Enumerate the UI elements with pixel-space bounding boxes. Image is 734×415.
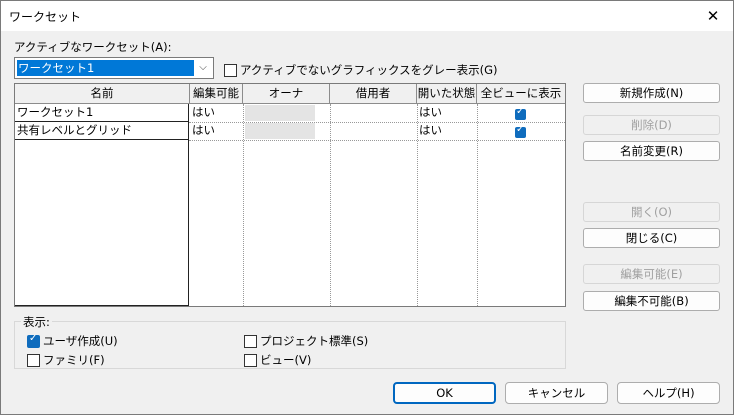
open-state-cell[interactable]: はい	[417, 104, 477, 122]
window-title: ワークセット	[9, 10, 82, 24]
rename-button[interactable]: 名前変更(R)	[583, 141, 720, 161]
views-checkbox-box[interactable]	[244, 353, 257, 367]
workset-name-cell[interactable]: ワークセット1	[15, 104, 188, 122]
active-workset-value: ワークセット1	[17, 60, 194, 76]
views-label: ビュー(V)	[260, 353, 312, 367]
column-header-borrower[interactable]: 借用者	[330, 84, 417, 104]
open-state-cell[interactable]: はい	[417, 122, 477, 140]
families-checkbox[interactable]: ファミリ(F)	[27, 352, 105, 368]
column-header-owner[interactable]: オーナ	[243, 84, 330, 104]
editable-cell[interactable]: はい	[190, 122, 243, 140]
user-created-checkbox[interactable]: ユーザ作成(U)	[27, 333, 118, 349]
families-label: ファミリ(F)	[43, 353, 105, 367]
ok-button[interactable]: OK	[393, 382, 496, 404]
column-divider	[477, 104, 478, 306]
gray-inactive-label: アクティブでないグラフィックスをグレー表示(G)	[240, 63, 498, 77]
title-bar: ワークセット ✕	[1, 1, 733, 31]
user-created-label: ユーザ作成(U)	[43, 334, 118, 348]
visible-all-views-checkbox[interactable]	[515, 124, 526, 138]
column-header-visible-all[interactable]: 全ビューに表示	[477, 84, 565, 104]
project-standards-label: プロジェクト標準(S)	[260, 334, 369, 348]
project-standards-checkbox[interactable]: プロジェクト標準(S)	[244, 333, 368, 349]
workset-dialog: ワークセット ✕ アクティブなワークセット(A): ワークセット1 ⌵ アクティ…	[0, 0, 734, 415]
delete-button[interactable]: 削除(D)	[583, 115, 720, 135]
workset-table[interactable]: 名前 編集可能 オーナ 借用者 開いた状態 全ビューに表示 ワークセット1 共有…	[14, 83, 566, 307]
owner-cell[interactable]	[245, 123, 315, 139]
views-checkbox[interactable]: ビュー(V)	[244, 352, 311, 368]
project-standards-checkbox-box[interactable]	[244, 334, 257, 348]
column-header-editable[interactable]: 編集可能	[190, 84, 243, 104]
chevron-down-icon[interactable]: ⌵	[196, 60, 210, 76]
row-divider	[189, 140, 565, 141]
active-workset-dropdown[interactable]: ワークセット1 ⌵	[14, 57, 214, 79]
close-icon[interactable]: ✕	[693, 1, 733, 31]
column-divider	[243, 104, 244, 306]
active-workset-label: アクティブなワークセット(A):	[14, 40, 172, 54]
close-button[interactable]: 閉じる(C)	[583, 228, 720, 248]
column-header-open[interactable]: 開いた状態	[417, 84, 477, 104]
help-button[interactable]: ヘルプ(H)	[617, 382, 720, 404]
visible-all-views-checkbox[interactable]	[515, 106, 526, 120]
open-button[interactable]: 開く(O)	[583, 202, 720, 222]
borrower-cell[interactable]	[330, 104, 417, 122]
new-button[interactable]: 新規作成(N)	[583, 83, 720, 103]
user-created-checkbox-box[interactable]	[27, 333, 40, 348]
show-label: 表示:	[21, 314, 52, 330]
cancel-button[interactable]: キャンセル	[505, 382, 608, 404]
column-header-name[interactable]: 名前	[15, 84, 190, 104]
not-editable-button[interactable]: 編集不可能(B)	[583, 291, 720, 311]
owner-cell[interactable]	[245, 105, 315, 121]
borrower-cell[interactable]	[330, 122, 417, 140]
gray-inactive-graphics-checkbox[interactable]: アクティブでないグラフィックスをグレー表示(G)	[224, 62, 498, 78]
name-column: ワークセット1 共有レベルとグリッド	[15, 104, 189, 306]
gray-inactive-checkbox-box[interactable]	[224, 63, 237, 77]
editable-cell[interactable]: はい	[190, 104, 243, 122]
families-checkbox-box[interactable]	[27, 353, 40, 367]
editable-button[interactable]: 編集可能(E)	[583, 264, 720, 284]
workset-name-cell[interactable]: 共有レベルとグリッド	[15, 122, 188, 140]
